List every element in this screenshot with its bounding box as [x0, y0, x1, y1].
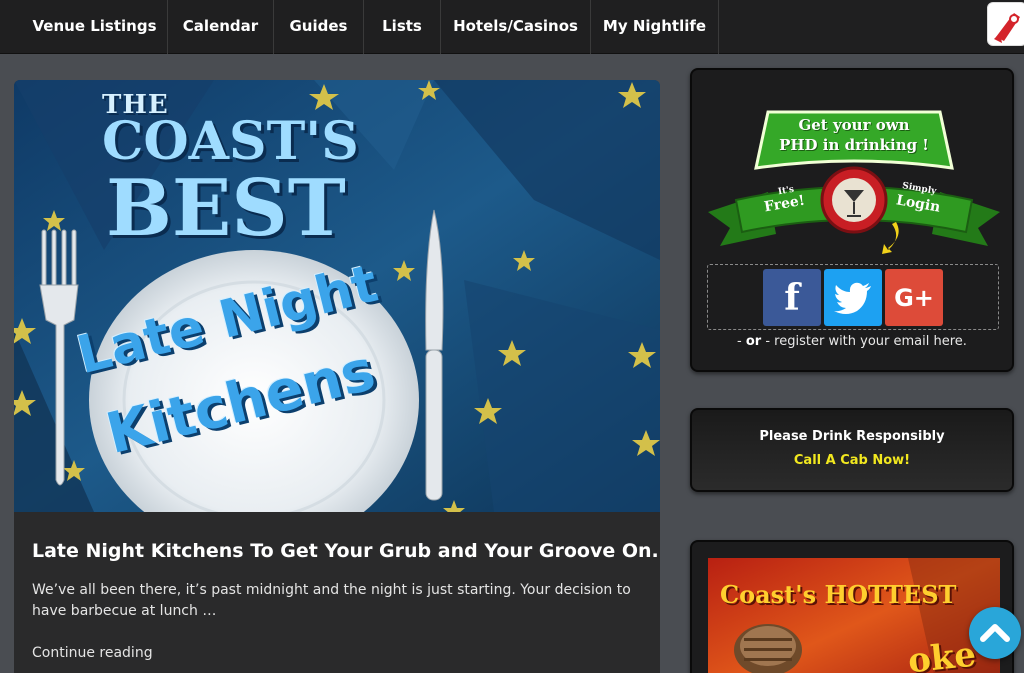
nav-item-venue-listings[interactable]: Venue Listings — [22, 0, 168, 54]
google-plus-icon[interactable]: G+ — [885, 269, 943, 326]
post-excerpt: We’ve all been there, it’s past midnight… — [32, 582, 631, 619]
social-login-box: f G+ — [707, 264, 999, 330]
drink-responsibly-text: Please Drink Responsibly — [759, 429, 945, 444]
register-or: or — [745, 334, 762, 349]
scroll-to-top-button[interactable] — [969, 607, 1021, 659]
post-title[interactable]: Late Night Kitchens To Get Your Grub and… — [32, 540, 659, 562]
facebook-icon[interactable]: f — [763, 269, 821, 326]
nav-item-hotels-casinos[interactable]: Hotels/Casinos — [441, 0, 591, 54]
top-nav: Venue Listings Calendar Guides Lists Hot… — [0, 0, 1024, 54]
chevron-up-icon — [980, 624, 1010, 642]
nav-item-guides[interactable]: Guides — [274, 0, 364, 54]
nav-item-calendar[interactable]: Calendar — [168, 0, 274, 54]
post-hero-image[interactable]: THE COAST'S BEST Late Night Kitchens — [14, 80, 660, 550]
phd-banner[interactable]: Get your own PHD in drinking ! It's Free… — [706, 104, 1002, 254]
rocket-logo-icon[interactable] — [987, 2, 1024, 46]
promo-image[interactable]: Coast's HOTTEST oke — [708, 558, 1000, 673]
post-card: THE COAST'S BEST Late Night Kitchens Lat… — [14, 80, 660, 673]
register-link[interactable]: - or - register with your email here. — [692, 334, 1012, 349]
banner-line1: Get your own — [798, 116, 910, 134]
login-widget: Get your own PHD in drinking ! It's Free… — [690, 68, 1014, 372]
promo-title: Coast's HOTTEST — [720, 580, 957, 609]
call-cab-link[interactable]: Call A Cab Now! — [692, 453, 1012, 468]
continue-reading-link[interactable]: Continue reading — [32, 645, 153, 661]
hero-line-best: BEST — [106, 163, 346, 254]
register-prefix: - — [737, 334, 746, 349]
promo-widget: Coast's HOTTEST oke — [690, 540, 1014, 673]
banner-line2: PHD in drinking ! — [779, 136, 929, 154]
register-suffix: - register with your email here. — [761, 334, 967, 349]
hero-line-coasts: COAST'S — [102, 111, 359, 172]
nav-item-my-nightlife[interactable]: My Nightlife — [591, 0, 719, 54]
twitter-icon[interactable] — [824, 269, 882, 326]
drink-responsibly-widget: Please Drink Responsibly Call A Cab Now! — [690, 408, 1014, 492]
promo-subtitle: oke — [906, 634, 978, 673]
nav-item-lists[interactable]: Lists — [364, 0, 441, 54]
